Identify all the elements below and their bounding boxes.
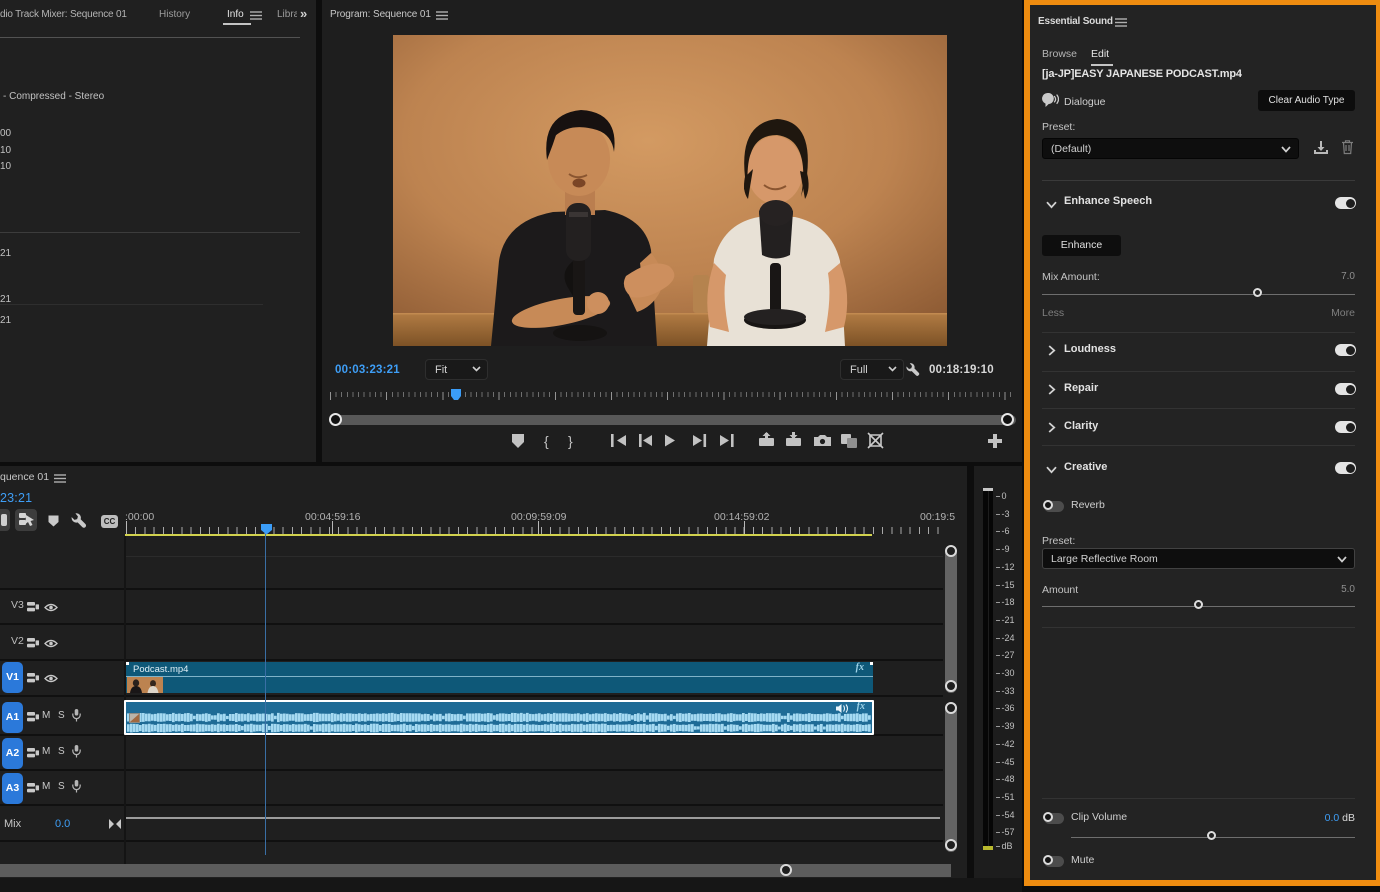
svg-text:{: { xyxy=(544,433,549,449)
svg-text:}: } xyxy=(568,433,573,449)
